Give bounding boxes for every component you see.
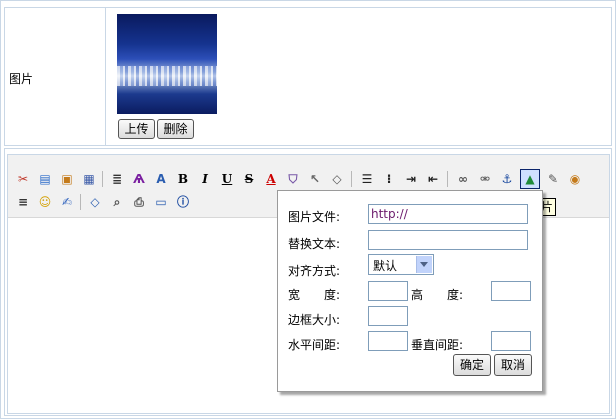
align-select[interactable]: 默认	[368, 254, 434, 275]
upload-button[interactable]: 上传	[118, 119, 155, 139]
alt-label: 替换文本:	[288, 237, 341, 251]
image-row: 图片	[4, 7, 612, 146]
fullscreen-icon[interactable]: ▭	[152, 193, 170, 211]
alt-text-input[interactable]	[368, 230, 528, 250]
align-left-icon[interactable]: ☰	[358, 170, 376, 188]
horizontal-rule-icon[interactable]: ≡	[14, 193, 32, 211]
strikethrough-icon[interactable]: S	[240, 170, 258, 188]
format-icon[interactable]: ≣	[108, 170, 126, 188]
toolbar-separator	[351, 171, 352, 187]
outdent-icon[interactable]: ⇤	[424, 170, 442, 188]
print-icon[interactable]: ⎙	[130, 193, 148, 211]
source-icon[interactable]: ◇	[86, 193, 104, 211]
border-input[interactable]	[368, 306, 408, 326]
width-input[interactable]	[368, 281, 408, 301]
media-icon[interactable]: ◉	[566, 170, 584, 188]
align-label: 对齐方式:	[288, 264, 341, 278]
highlight-icon[interactable]: ⛉	[284, 170, 302, 188]
image-dialog: 图片文件: http:// 替换文本: 对齐方式: 默认 宽 度: 高 度: 边…	[277, 190, 543, 392]
toolbar-separator	[102, 171, 103, 187]
font-size-icon[interactable]: A	[152, 170, 170, 188]
select-icon[interactable]: ↖	[306, 170, 324, 188]
border-label: 边框大小:	[288, 313, 341, 327]
flash-icon[interactable]: ✎	[544, 170, 562, 188]
paste-word-icon[interactable]: ▦	[80, 170, 98, 188]
italic-icon[interactable]: I	[196, 170, 214, 188]
image-row-label-cell: 图片	[5, 8, 106, 145]
preview-icon[interactable]: ⌕	[108, 193, 126, 211]
image-file-input[interactable]: http://	[368, 204, 528, 224]
emoticon-icon[interactable]: ☺	[36, 193, 54, 211]
toolbar-separator	[80, 194, 81, 210]
file-label: 图片文件:	[288, 210, 341, 224]
cancel-button[interactable]: 取消	[494, 354, 532, 376]
vspace-label: 垂直间距:	[411, 338, 464, 352]
bold-icon[interactable]: B	[174, 170, 192, 188]
copy-icon[interactable]: ▤	[36, 170, 54, 188]
chevron-down-icon	[416, 256, 432, 273]
about-icon[interactable]: ⓘ	[174, 193, 192, 211]
paste-icon[interactable]: ▣	[58, 170, 76, 188]
delete-button[interactable]: 删除	[157, 119, 194, 139]
indent-icon[interactable]: ⇥	[402, 170, 420, 188]
image-row-label: 图片	[9, 72, 34, 86]
edit-icon[interactable]: ✍	[58, 193, 76, 211]
anchor-icon[interactable]: ⚓	[498, 170, 516, 188]
image-icon[interactable]: ▲	[520, 169, 540, 189]
spellcheck-icon[interactable]: Ѧ	[130, 170, 148, 188]
bullet-list-icon[interactable]: ⁝	[380, 170, 398, 188]
font-color-icon[interactable]: A	[262, 170, 280, 188]
ok-button[interactable]: 确定	[453, 354, 491, 376]
hspace-label: 水平间距:	[288, 338, 341, 352]
unlink-icon[interactable]: ⚮	[476, 170, 494, 188]
hspace-input[interactable]	[368, 331, 408, 351]
image-thumbnail	[117, 14, 217, 114]
underline-icon[interactable]: U	[218, 170, 236, 188]
link-icon[interactable]: ∞	[454, 170, 472, 188]
toolbar-separator	[447, 171, 448, 187]
align-select-value: 默认	[373, 259, 398, 273]
eraser-icon[interactable]: ◇	[328, 170, 346, 188]
width-label: 宽 度:	[288, 288, 341, 302]
height-label: 高 度:	[411, 288, 464, 302]
cut-icon[interactable]: ✂	[14, 170, 32, 188]
vspace-input[interactable]	[491, 331, 531, 351]
height-input[interactable]	[491, 281, 531, 301]
